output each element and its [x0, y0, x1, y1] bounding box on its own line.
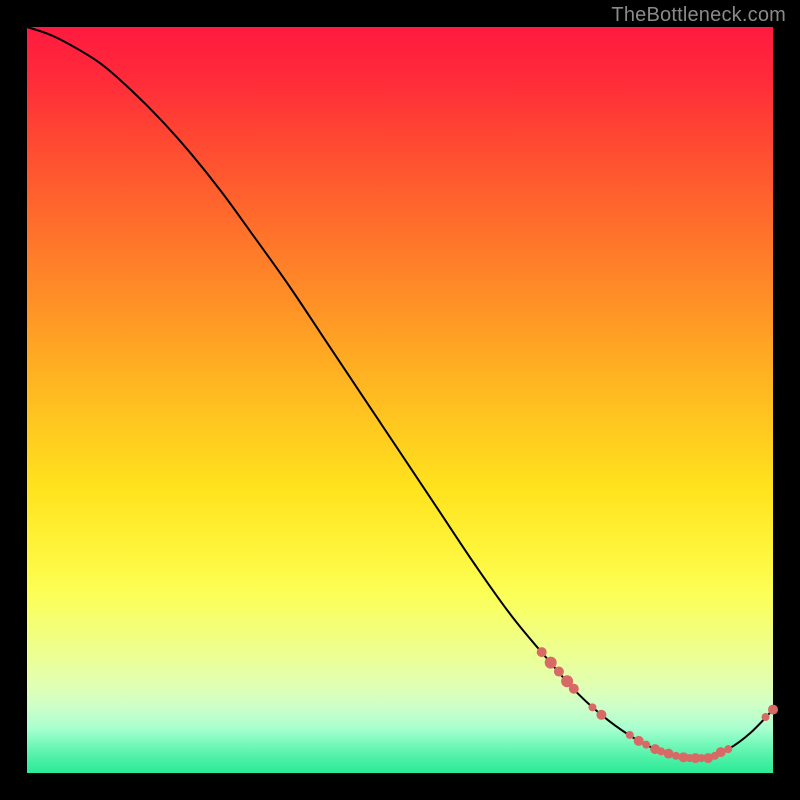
curve-point: [724, 745, 732, 753]
curve-point: [545, 657, 557, 669]
curve-point: [537, 647, 547, 657]
curve-point: [762, 713, 770, 721]
chart-frame: TheBottleneck.com: [0, 0, 800, 800]
chart-svg: [27, 27, 773, 773]
curve-points-group: [537, 647, 778, 763]
curve-point: [642, 741, 650, 749]
curve-point: [554, 667, 564, 677]
attribution-label: TheBottleneck.com: [611, 4, 786, 27]
curve-point: [569, 684, 579, 694]
curve-point: [588, 703, 596, 711]
curve-point: [626, 731, 634, 739]
bottleneck-curve: [27, 27, 773, 759]
curve-point: [664, 749, 674, 759]
curve-point: [596, 710, 606, 720]
curve-point: [768, 705, 778, 715]
